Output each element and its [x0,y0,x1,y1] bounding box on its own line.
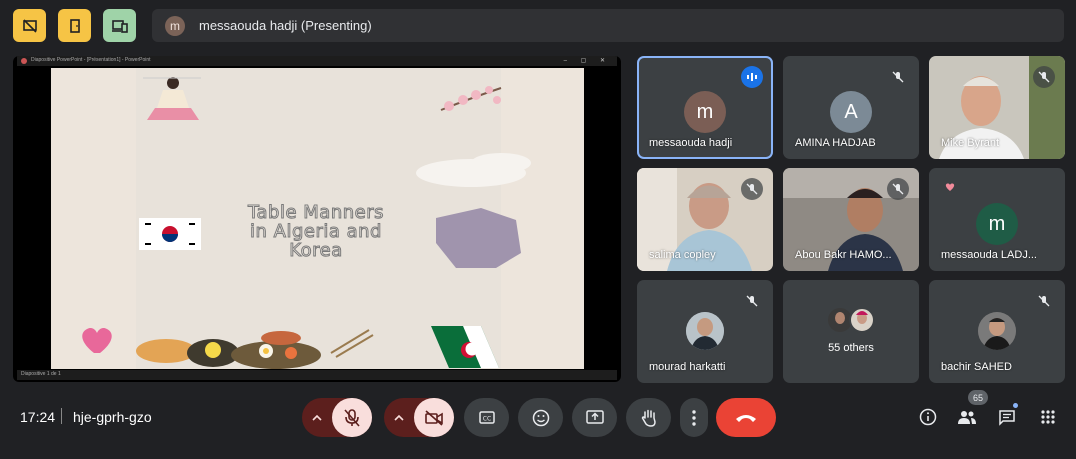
top-icons [13,9,136,42]
camera-control-group [384,398,454,437]
mic-control-group [302,398,372,437]
participant-tile[interactable]: m messaouda hadji [637,56,773,159]
presenter-banner: m messaouda hadji (Presenting) [152,9,1064,42]
heart-icon [82,327,112,353]
avatar: m [976,203,1018,245]
chat-unread-dot [1013,403,1018,408]
divider [61,408,62,424]
window-controls-icon: – ▢ ✕ [563,58,611,64]
others-avatars [827,307,877,333]
presenter-avatar: m [165,15,185,36]
avatar: m [684,91,726,133]
slide: Table Manners in Algeria and Korea [51,68,584,369]
emoji-button[interactable] [518,398,563,437]
ppt-title-bar: Diapositive PowerPoint - [Présentation1]… [17,56,617,66]
participant-name: messaouda hadji [649,137,733,149]
participant-tile[interactable]: A AMINA HADJAB [783,56,919,159]
participant-name: salima copley [649,249,716,261]
heart-reaction-icon [941,178,959,196]
participant-name: Mike Byrant [941,137,1000,149]
participant-tile[interactable]: Mike Byrant [929,56,1065,159]
korea-flag-icon [139,218,201,250]
participant-tile[interactable]: Abou Bakr HAMO... [783,168,919,271]
ppt-app-icon [21,58,27,64]
camera-options-chevron-icon[interactable] [384,398,414,437]
mic-off-icon [887,178,909,200]
meeting-info-button[interactable] [915,404,941,430]
avatar [978,312,1016,350]
captions-button[interactable]: CC [464,398,509,437]
leave-call-button[interactable] [716,398,776,437]
camera-off-button[interactable] [414,398,454,437]
participant-name: bachir SAHED [941,361,1012,373]
screen-share-off-icon[interactable] [13,9,46,42]
mic-options-chevron-icon[interactable] [302,398,332,437]
slide-title-line-2: in Algeria and [250,221,382,242]
more-options-button[interactable] [680,398,708,437]
door-exit-icon[interactable] [58,9,91,42]
ppt-window-title: Diapositive PowerPoint - [Présentation1]… [31,57,151,63]
raise-hand-button[interactable] [626,398,671,437]
participant-tile[interactable]: mourad harkatti [637,280,773,383]
present-screen-button[interactable] [572,398,617,437]
clock: 17:24 [20,409,56,425]
mic-off-icon [741,290,763,312]
others-count: 55 others [828,342,874,354]
participant-name: Abou Bakr HAMO... [795,249,892,261]
participants-count-badge: 65 [968,390,989,405]
speaking-indicator-icon [741,66,763,88]
participant-tile[interactable]: m messaouda LADJ... [929,168,1065,271]
slide-title: Table Manners in Algeria and Korea [196,202,436,261]
mic-off-icon [741,178,763,200]
presenter-label: messaouda hadji (Presenting) [199,18,372,33]
participant-name: mourad harkatti [649,361,726,373]
mic-off-icon [887,66,909,88]
participant-name: messaouda LADJ... [941,249,1037,261]
slide-title-line-1: Table Manners [248,202,385,223]
devices-icon[interactable] [103,9,136,42]
mic-off-icon [1033,290,1055,312]
svg-text:CC: CC [482,416,490,423]
mic-off-button[interactable] [332,398,372,437]
slide-counter: Diapositive 1 de 1 [21,371,61,377]
slide-title-line-3: Korea [289,240,343,261]
ppt-status-bar: Diapositive 1 de 1 [17,370,617,380]
avatar: A [830,91,872,133]
mic-off-icon [1033,66,1055,88]
participant-name: AMINA HADJAB [795,137,876,149]
participant-tile[interactable]: salima copley [637,168,773,271]
presentation-stage: Diapositive PowerPoint - [Présentation1]… [13,56,621,382]
others-tile[interactable]: 55 others [783,280,919,383]
people-button[interactable] [954,404,980,430]
participant-tile[interactable]: bachir SAHED [929,280,1065,383]
avatar [686,312,724,350]
meeting-code[interactable]: hje-gprh-gzo [73,409,152,425]
activities-button[interactable] [1035,404,1061,430]
